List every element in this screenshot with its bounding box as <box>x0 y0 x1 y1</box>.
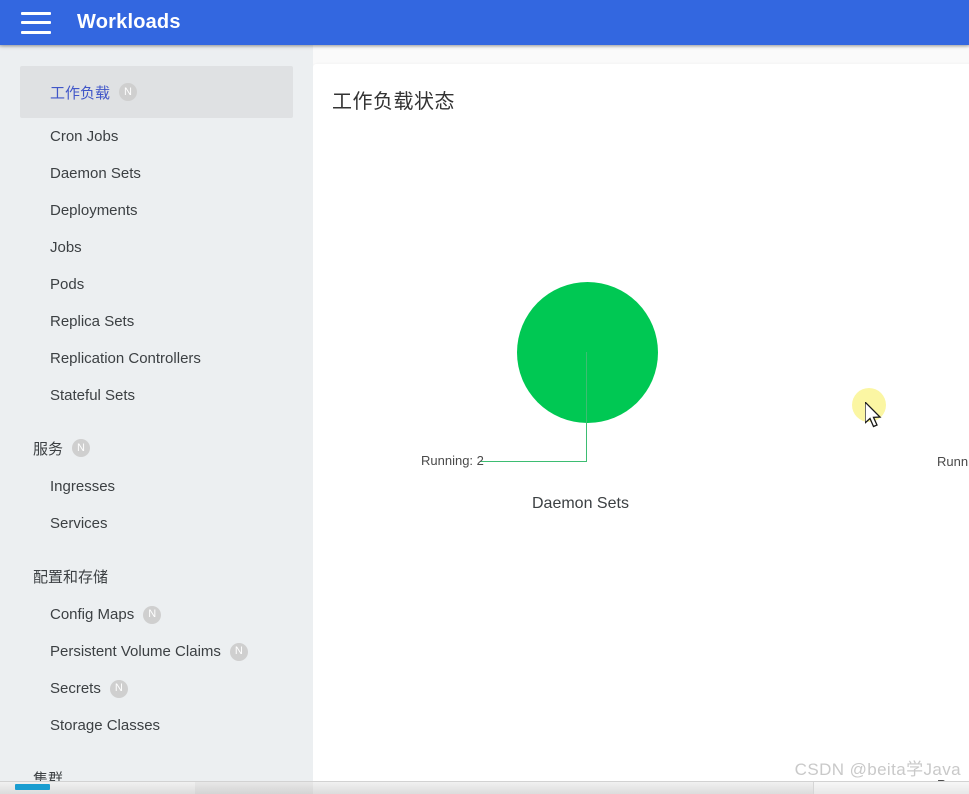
top-app-bar: Workloads <box>0 0 969 45</box>
sidebar-item-label: Deployments <box>50 202 138 219</box>
sidebar-item-config-maps[interactable]: Config Maps N <box>0 596 313 633</box>
sidebar-item-label: Ingresses <box>50 478 116 495</box>
pie-slice-running[interactable] <box>517 282 658 423</box>
sidebar-item-storage-classes[interactable]: Storage Classes <box>0 707 313 744</box>
sidebar-item-label: Persistent Volume Claims <box>50 643 221 660</box>
sidebar-nav[interactable]: 工作负载 N Cron Jobs Daemon Sets Deployments… <box>0 45 313 794</box>
sidebar-item-label: Replication Controllers <box>50 350 201 367</box>
namespace-badge: N <box>229 642 248 661</box>
page-title: Workloads <box>77 11 181 33</box>
sidebar-item-cron-jobs[interactable]: Cron Jobs <box>0 118 313 155</box>
sidebar-item-deployments[interactable]: Deployments <box>0 192 313 229</box>
scrollbar-thumb[interactable] <box>15 784 50 790</box>
sidebar-item-label: Pods <box>50 276 85 293</box>
hamburger-bar <box>21 30 51 34</box>
sidebar-item-replication-controllers[interactable]: Replication Controllers <box>0 340 313 377</box>
sidebar-group-label: 配置和存储 <box>33 568 109 586</box>
scrollbar-track-segment[interactable] <box>195 782 313 794</box>
sidebar-item-secrets[interactable]: Secrets N <box>0 670 313 707</box>
sidebar-item-daemon-sets[interactable]: Daemon Sets <box>0 155 313 192</box>
namespace-badge: N <box>143 605 162 624</box>
main-content: 工作负载状态 Running: 2 Daemon Sets Runni Runn… <box>313 45 969 794</box>
workload-status-card: 工作负载状态 Running: 2 Daemon Sets Runni Runn… <box>313 64 969 792</box>
sidebar-item-label: 工作负载 <box>50 84 111 102</box>
hamburger-bar <box>21 21 51 24</box>
namespace-badge: N <box>119 83 138 101</box>
pie-slice-label: Running: 2 <box>421 453 484 468</box>
pie-leader-line-vertical <box>586 352 587 462</box>
hamburger-menu-icon[interactable] <box>21 11 51 34</box>
namespace-badge: N <box>109 679 128 698</box>
sidebar-item-label: Daemon Sets <box>50 165 141 182</box>
pie-chart-name: Daemon Sets <box>532 495 629 512</box>
sidebar-group-services[interactable]: 服务 N <box>0 428 313 468</box>
pie-slice-label: Runni <box>937 454 969 469</box>
workload-status-charts: Running: 2 Daemon Sets Runni Runni <box>313 124 969 792</box>
sidebar-item-jobs[interactable]: Jobs <box>0 229 313 266</box>
sidebar-item-ingresses[interactable]: Ingresses <box>0 468 313 505</box>
sidebar-item-pods[interactable]: Pods <box>0 266 313 303</box>
hamburger-bar <box>21 11 51 15</box>
pie-leader-line-horizontal <box>480 461 587 462</box>
sidebar-group-label: 服务 <box>33 440 64 458</box>
sidebar-item-services[interactable]: Services <box>0 505 313 542</box>
horizontal-scrollbar[interactable] <box>0 781 969 794</box>
sidebar-item-label: Jobs <box>50 239 82 256</box>
sidebar-item-label: Cron Jobs <box>50 128 119 145</box>
app-window: Workloads 工作负载 N Cron Jobs Daemon Sets D… <box>0 0 969 794</box>
sidebar-item-replica-sets[interactable]: Replica Sets <box>0 303 313 340</box>
sidebar-item-label: Config Maps <box>50 606 135 623</box>
scrollbar-end-region[interactable] <box>813 782 969 794</box>
sidebar-item-persistent-volume-claims[interactable]: Persistent Volume Claims N <box>0 633 313 670</box>
sidebar-item-label: Replica Sets <box>50 313 135 330</box>
sidebar-item-label: Stateful Sets <box>50 387 136 404</box>
sidebar-item-stateful-sets[interactable]: Stateful Sets <box>0 377 313 414</box>
sidebar-item-workloads[interactable]: 工作负载 N <box>20 66 293 118</box>
sidebar-item-label: Storage Classes <box>50 717 161 734</box>
namespace-badge: N <box>72 439 91 457</box>
sidebar-group-config-and-storage[interactable]: 配置和存储 <box>0 556 313 596</box>
watermark: CSDN @beita学Java <box>794 760 961 779</box>
sidebar-item-label: Secrets <box>50 680 101 697</box>
sidebar-item-label: Services <box>50 515 108 532</box>
card-title: 工作负载状态 <box>332 91 455 113</box>
